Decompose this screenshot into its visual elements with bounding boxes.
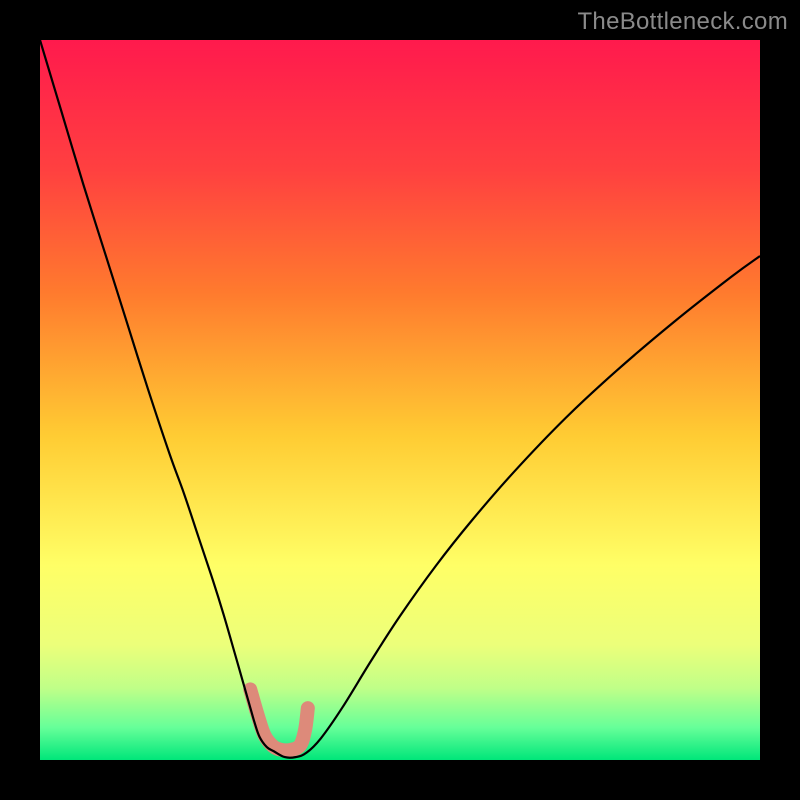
chart-svg [40,40,760,760]
chart-background [40,40,760,760]
chart-frame: TheBottleneck.com [0,0,800,800]
watermark-text: TheBottleneck.com [577,8,788,36]
plot-area [40,40,760,760]
